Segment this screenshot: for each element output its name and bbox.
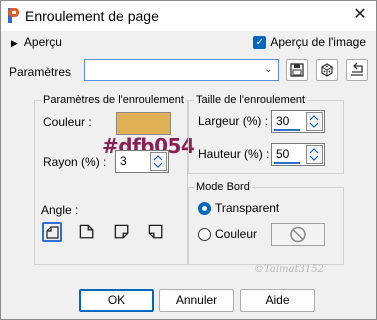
radius-label: Rayon (%) :: [43, 155, 107, 169]
preview-image-checkbox[interactable]: ✓ Aperçu de l'image: [253, 35, 366, 49]
transparent-radio[interactable]: [198, 202, 211, 215]
curl-params-legend: Paramètres de l'enroulement: [41, 94, 186, 106]
angle-bottom-left-button[interactable]: [146, 222, 166, 242]
title-bar: Enroulement de page ✕: [1, 1, 376, 31]
save-preset-button[interactable]: [286, 59, 308, 81]
curl-top-left-icon: [46, 226, 59, 239]
edge-color-swatch[interactable]: [271, 223, 325, 246]
watermark: ©Talmat3152: [254, 264, 324, 275]
width-slider-indicator: [274, 129, 300, 131]
height-label: Hauteur (%) :: [198, 147, 270, 161]
angle-label: Angle :: [41, 203, 79, 217]
chevron-down-icon: ⌄: [264, 64, 273, 75]
close-icon[interactable]: ✕: [350, 5, 370, 25]
color-label: Couleur :: [43, 115, 92, 129]
edge-color-label: Couleur: [215, 227, 258, 241]
height-slider-indicator: [274, 162, 300, 164]
preview-toggle[interactable]: ▶ Aperçu: [11, 35, 62, 49]
curl-bottom-right-icon: [114, 224, 129, 239]
angle-top-left-button[interactable]: [42, 222, 62, 242]
no-color-icon: [290, 226, 306, 243]
save-icon: [290, 63, 304, 77]
preset-dropdown[interactable]: ⌄: [84, 59, 279, 81]
ok-button[interactable]: OK: [79, 289, 154, 312]
params-label: Paramètres: [9, 65, 72, 79]
dice-icon: [321, 63, 333, 77]
preview-image-label: Aperçu de l'image: [270, 35, 366, 49]
cancel-button[interactable]: Annuler: [159, 289, 234, 312]
height-stepper[interactable]: 50: [271, 143, 325, 166]
width-label: Largeur (%) :: [198, 114, 269, 128]
transparent-label: Transparent: [215, 201, 280, 215]
preview-row: ▶ Aperçu ✓ Aperçu de l'image: [1, 31, 376, 55]
curl-size-legend: Taille de l'enroulement: [194, 94, 308, 106]
window-title: Enroulement de page: [25, 8, 159, 24]
reset-icon: [351, 62, 363, 76]
angle-bottom-right-button[interactable]: [112, 222, 132, 242]
random-preset-button[interactable]: [316, 59, 338, 81]
width-value: 30: [276, 114, 290, 128]
curl-top-right-icon: [79, 224, 94, 239]
curl-bottom-left-icon: [148, 224, 163, 239]
width-stepper[interactable]: 30: [271, 110, 325, 133]
dialog-window: Enroulement de page ✕ ▶ Aperçu ✓ Aperçu d…: [0, 0, 377, 320]
height-value: 50: [276, 147, 290, 161]
curl-color-swatch[interactable]: [116, 112, 171, 135]
expand-arrow-icon: ▶: [11, 38, 18, 48]
radius-stepper[interactable]: 3: [115, 150, 169, 173]
spinner-icon[interactable]: [306, 145, 323, 164]
help-button[interactable]: Aide: [240, 289, 315, 312]
color-radio[interactable]: [198, 228, 211, 241]
radius-value: 3: [120, 154, 127, 168]
reset-preset-button[interactable]: [346, 59, 368, 81]
app-logo-icon: [8, 8, 19, 23]
preview-label: Aperçu: [23, 35, 62, 49]
angle-top-right-button[interactable]: [77, 222, 97, 242]
spinner-icon[interactable]: [306, 112, 323, 131]
checkmark-icon: ✓: [253, 35, 267, 49]
spinner-icon[interactable]: [150, 152, 167, 171]
edge-mode-legend: Mode Bord: [194, 181, 252, 193]
